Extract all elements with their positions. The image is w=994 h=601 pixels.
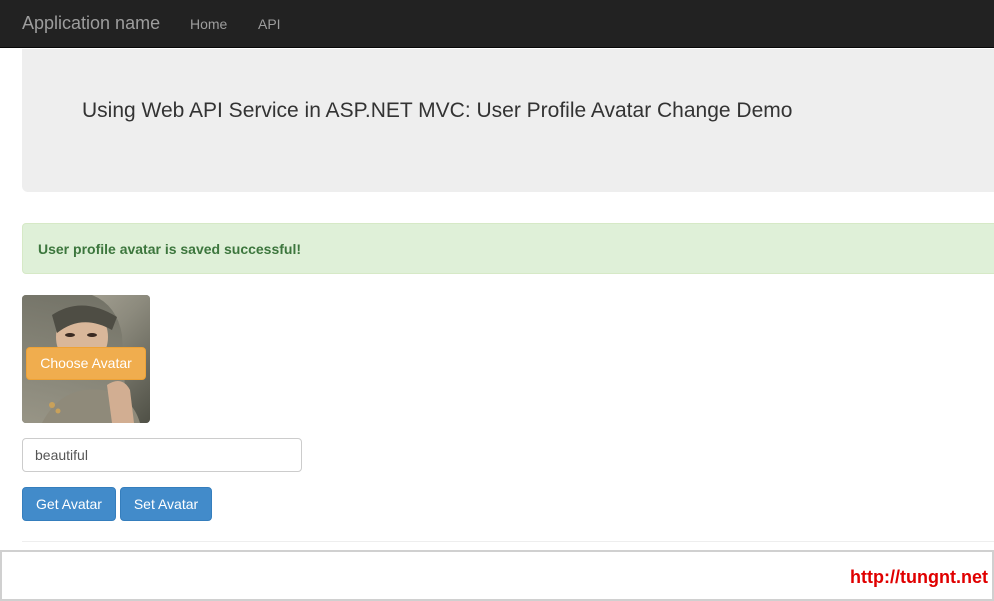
set-avatar-button[interactable]: Set Avatar [120, 487, 212, 521]
watermark: http://tungnt.net [850, 567, 988, 587]
get-avatar-button[interactable]: Get Avatar [22, 487, 116, 521]
alert-message: User profile avatar is saved successful! [38, 241, 302, 257]
avatar-image: Choose Avatar [22, 295, 150, 423]
page-title: Using Web API Service in ASP.NET MVC: Us… [82, 99, 793, 122]
choose-avatar-button[interactable]: Choose Avatar [26, 347, 146, 380]
navbar: Application name Home API [0, 0, 994, 48]
jumbotron: Using Web API Service in ASP.NET MVC: Us… [22, 49, 994, 192]
avatar-name-input[interactable] [22, 438, 302, 472]
footer: http://tungnt.net [0, 550, 994, 601]
nav-link-api[interactable]: API [258, 15, 281, 33]
success-alert: User profile avatar is saved successful! [22, 223, 994, 274]
divider [22, 541, 994, 542]
brand-link[interactable]: Application name [22, 12, 160, 34]
nav-link-home[interactable]: Home [190, 15, 227, 33]
